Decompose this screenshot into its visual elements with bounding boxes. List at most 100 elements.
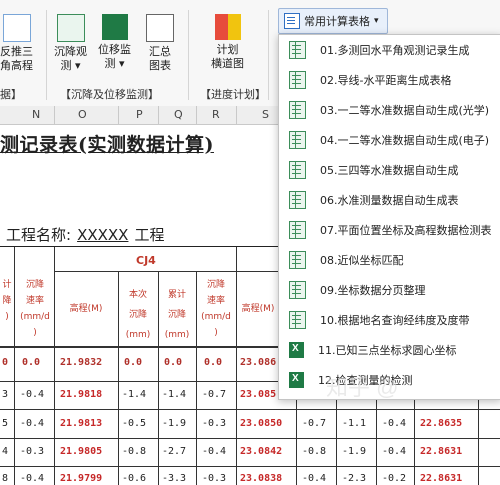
gantt-chart-button[interactable]: 计划 横道图 (211, 14, 244, 71)
table-icon (289, 251, 306, 269)
column-header[interactable]: O (78, 108, 87, 121)
table-cell: -1.4 (122, 389, 147, 400)
table-cell: 21.9813 (60, 418, 103, 429)
table-cell: -0.4 (382, 418, 407, 429)
table-cell: 5 (2, 418, 9, 429)
table-cell: 22.8635 (420, 418, 463, 429)
column-header[interactable]: Q (174, 108, 183, 121)
divider (188, 10, 189, 100)
excel-icon (101, 14, 128, 40)
menu-item-horizontal-angle[interactable]: 01.多测回水平角观测记录生成 (279, 35, 500, 65)
table-cell: -0.4 (382, 446, 407, 457)
header-cell: 本次 沉降 (mm) (125, 290, 151, 340)
table-cell: 21.9805 (60, 446, 103, 457)
table-cell: -0.4 (202, 446, 227, 457)
menu-item-place-lookup[interactable]: 10.根据地名查询经纬度及度带 (279, 305, 500, 335)
header-cell: 沉降 速率 (mm/d ) (201, 280, 231, 338)
table-cell: 22.8631 (420, 446, 463, 457)
table-icon (289, 311, 306, 329)
table-cell: -3.3 (162, 473, 187, 484)
excel-icon (289, 372, 304, 388)
sheet-title: 测记录表(实测数据计算) (0, 134, 214, 156)
table-icon (289, 191, 306, 209)
table-cell: 3 (2, 389, 9, 400)
menu-item-leveling-electronic[interactable]: 04.一二等水准数据自动生成(电子) (279, 125, 500, 155)
summary-chart-button[interactable]: 汇总 图表 (146, 14, 174, 73)
divider (46, 10, 47, 100)
table-cell: 21.9799 (60, 473, 103, 484)
table-cell: 21.9832 (60, 357, 103, 368)
table-cell: -0.8 (302, 446, 327, 457)
chevron-down-icon: ▾ (374, 16, 379, 26)
menu-item-circle-center[interactable]: 11.已知三点坐标求圆心坐标 (279, 335, 500, 365)
divider (268, 10, 269, 100)
table-cell: -0.5 (122, 418, 147, 429)
table-cell: 23.086 (240, 357, 277, 368)
table-cell: -0.2 (382, 473, 407, 484)
column-header[interactable]: N (32, 108, 40, 121)
table-cell: 0.0 (204, 357, 223, 368)
table-cell: 0.0 (164, 357, 183, 368)
menu-item-position-check[interactable]: 07.平面位置坐标及高程数据检测表 (279, 215, 500, 245)
table-icon (289, 101, 306, 119)
column-header[interactable]: S (262, 108, 269, 121)
table-cell: -1.9 (162, 418, 187, 429)
table-icon (289, 221, 306, 239)
table-cell: -0.7 (302, 418, 327, 429)
table-cell: -0.7 (202, 389, 227, 400)
excel-icon (289, 342, 304, 358)
menu-item-leveling-third-fourth[interactable]: 05.三四等水准数据自动生成 (279, 155, 500, 185)
gantt-icon (214, 14, 241, 40)
settlement-observation-button[interactable]: 沉降观 测 ▾ (54, 14, 87, 73)
header-cell: 沉降 速率 (mm/d ) (20, 280, 50, 338)
table-cell: -0.4 (20, 473, 45, 484)
common-tables-dropdown-button[interactable]: 常用计算表格 ▾ (278, 8, 388, 34)
column-header[interactable]: R (212, 108, 220, 121)
table-icon (289, 161, 306, 179)
project-name-line: 工程名称: XXXXX 工程 (6, 226, 165, 244)
project-name-value: XXXXX (77, 226, 129, 244)
table-cell: 0 (2, 357, 9, 368)
table-cell: -0.4 (302, 473, 327, 484)
header-cell: 累计 沉降 (mm) (164, 290, 190, 340)
menu-item-coordinate-match[interactable]: 08.近似坐标匹配 (279, 245, 500, 275)
group-label-data: 据】 (0, 88, 22, 101)
table-cell: -0.3 (202, 418, 227, 429)
table-cell: 23.0842 (240, 446, 283, 457)
table-cell: -0.6 (122, 473, 147, 484)
table-icon (289, 131, 306, 149)
header-cell: 高程(M) (69, 304, 103, 314)
table-icon (56, 14, 85, 42)
chart-icon (146, 14, 174, 42)
table-cell: 21.9818 (60, 389, 103, 400)
table-cell: -1.9 (342, 446, 367, 457)
menu-item-traverse-distance[interactable]: 02.导线-水平距离生成表格 (279, 65, 500, 95)
group-label-plan: 【进度计划】 (200, 88, 266, 101)
table-icon (289, 281, 306, 299)
displacement-monitoring-button[interactable]: 位移监 测 ▾ (98, 14, 131, 71)
point-label: CJ4 (136, 254, 156, 267)
table-cell: -1.4 (162, 389, 187, 400)
table-icon (284, 13, 300, 29)
table-cell: 23.0838 (240, 473, 283, 484)
table-cell: 0.0 (22, 357, 41, 368)
common-tables-menu: 01.多测回水平角观测记录生成 02.导线-水平距离生成表格 03.一二等水准数… (278, 34, 500, 400)
header-cell: 计 降 ) (2, 280, 12, 322)
table-cell: -0.8 (122, 446, 147, 457)
table-cell: 23.0850 (240, 418, 283, 429)
grid-icon (2, 14, 31, 42)
menu-item-leveling-data[interactable]: 06.水准测量数据自动生成表 (279, 185, 500, 215)
header-cell: 高程(M) (241, 304, 275, 314)
table-cell: 23.085 (240, 389, 277, 400)
reverse-trig-elevation-button[interactable]: 反推三 角高程 (0, 14, 33, 73)
table-cell: 22.8631 (420, 473, 463, 484)
table-cell: 8 (2, 473, 9, 484)
column-header[interactable]: P (136, 108, 143, 121)
group-label-settlement: 【沉降及位移监测】 (60, 88, 159, 101)
menu-item-coordinate-paging[interactable]: 09.坐标数据分页整理 (279, 275, 500, 305)
table-cell: 0.0 (124, 357, 143, 368)
table-cell: -1.1 (342, 418, 367, 429)
table-cell: -2.3 (342, 473, 367, 484)
table-cell: -0.3 (20, 446, 45, 457)
menu-item-leveling-optical[interactable]: 03.一二等水准数据自动生成(光学) (279, 95, 500, 125)
